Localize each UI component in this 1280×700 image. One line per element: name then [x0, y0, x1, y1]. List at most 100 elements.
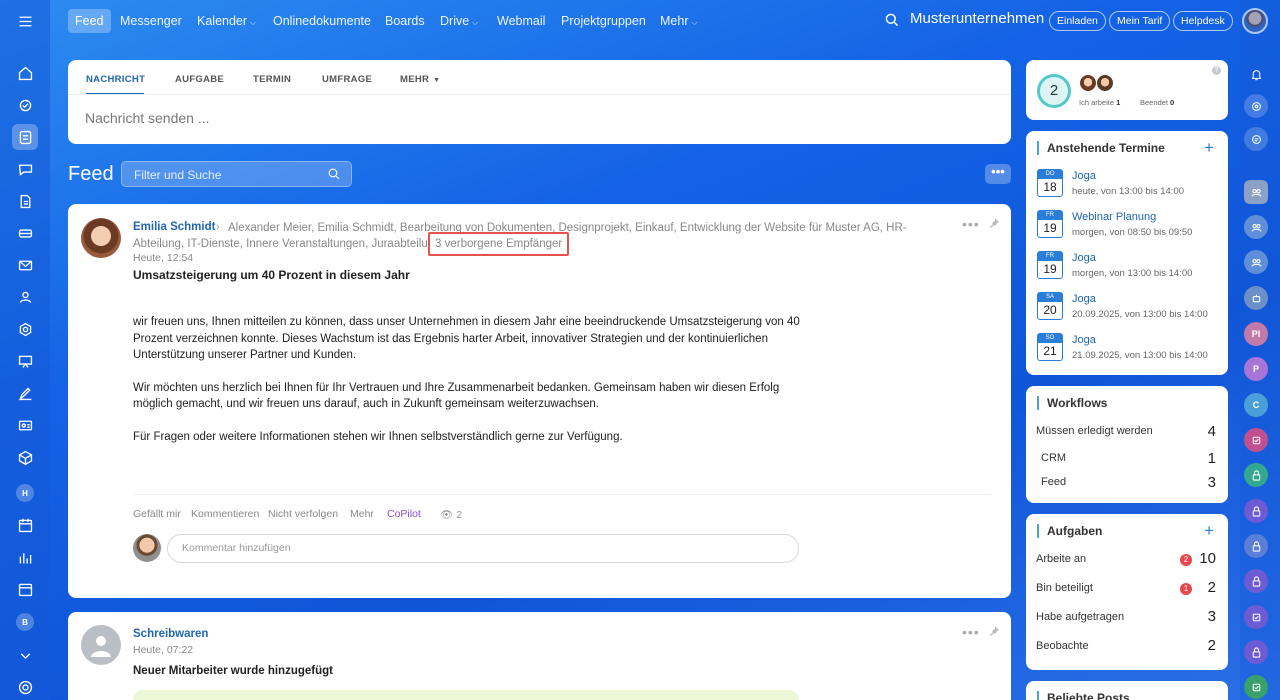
lock-icon[interactable] [1244, 499, 1268, 523]
nav-feed[interactable]: Feed [68, 9, 111, 33]
group-icon[interactable] [12, 284, 38, 310]
company-name[interactable]: Musterunternehmen [910, 10, 1044, 27]
event-title[interactable]: Joga [1072, 293, 1096, 305]
package-icon[interactable] [12, 444, 38, 470]
event-title[interactable]: Joga [1072, 170, 1096, 182]
group-chat-icon[interactable] [1244, 250, 1268, 274]
done-stat[interactable]: Beendet 0 [1140, 98, 1174, 107]
chat-avatar-pl[interactable]: Pl [1244, 322, 1268, 346]
comment-input[interactable]: Kommentar hinzufügen [167, 534, 799, 563]
nav-boards[interactable]: Boards [378, 9, 432, 33]
author-avatar[interactable] [81, 218, 121, 258]
task-row-count[interactable]: 3 [1208, 608, 1216, 625]
add-event-button[interactable]: + [1204, 138, 1214, 158]
chat-icon[interactable] [12, 156, 38, 182]
pin-icon[interactable] [988, 625, 1000, 637]
like-button[interactable]: Gefällt mir [133, 508, 181, 520]
bell-icon[interactable] [1244, 62, 1268, 86]
calendar-icon[interactable] [12, 576, 38, 602]
copilot-button[interactable]: CoPilot [387, 508, 421, 520]
chat-avatar-c[interactable]: C [1244, 393, 1268, 417]
contact-card-icon[interactable] [12, 412, 38, 438]
nav-drive[interactable]: Drive ⌵ [433, 9, 485, 33]
more-button[interactable]: Mehr [350, 508, 374, 520]
workflow-row-label[interactable]: CRM [1041, 452, 1066, 464]
nav-webmail[interactable]: Webmail [490, 9, 552, 33]
workflow-row-count[interactable]: 4 [1208, 423, 1216, 440]
widget-title[interactable]: Aufgaben [1037, 524, 1102, 538]
task-row-count[interactable]: 2 [1208, 579, 1216, 596]
more-options-icon[interactable]: ••• [962, 624, 980, 640]
working-stat[interactable]: Ich arbeite 1 [1079, 98, 1120, 107]
workflow-row-label[interactable]: Müssen erledigt werden [1036, 425, 1153, 437]
tab-termin[interactable]: TERMIN [253, 74, 291, 85]
lock-icon[interactable] [1244, 534, 1268, 558]
nav-mehr[interactable]: Mehr ⌵ [653, 9, 705, 33]
comment-button[interactable]: Kommentieren [191, 508, 259, 520]
event-title[interactable]: Joga [1072, 252, 1096, 264]
post-time[interactable]: Heute, 12:54 [133, 252, 193, 264]
widget-title[interactable]: Anstehende Termine [1037, 141, 1165, 155]
lock-icon[interactable] [1244, 463, 1268, 487]
widget-title[interactable]: Beliebte Posts [1037, 691, 1130, 700]
task-chat-icon[interactable] [1244, 675, 1268, 699]
task-row-count[interactable]: 10 [1199, 550, 1216, 567]
helpdesk-button[interactable]: Helpdesk [1173, 11, 1233, 31]
chevron-down-icon[interactable] [12, 642, 38, 668]
pin-icon[interactable] [988, 217, 1000, 229]
mail-icon[interactable] [12, 252, 38, 278]
help-icon[interactable]: ? [1212, 66, 1221, 75]
event-title[interactable]: Joga [1072, 334, 1096, 346]
rail-letter-b[interactable]: B [16, 613, 34, 631]
chat-avatar-p[interactable]: P [1244, 357, 1268, 381]
task-row-label[interactable]: Habe aufgetragen [1036, 611, 1124, 623]
nav-kalender[interactable]: Kalender ⌵ [190, 9, 263, 33]
chat-bubble-icon[interactable] [1244, 127, 1268, 151]
rail-letter-h[interactable]: H [16, 484, 34, 502]
task-row-label[interactable]: Bin beteiligt [1036, 582, 1093, 594]
tab-mehr[interactable]: MEHR ▼ [400, 74, 440, 85]
filter-search-input[interactable]: Filter und Suche [121, 161, 352, 187]
message-input[interactable]: Nachricht senden ... [85, 110, 210, 126]
task-row-label[interactable]: Beobachte [1036, 640, 1089, 652]
post-author[interactable]: Emilia Schmidt [133, 221, 215, 233]
tab-umfrage[interactable]: UMFRAGE [322, 74, 372, 85]
robot-icon[interactable] [1244, 286, 1268, 310]
lock-icon[interactable] [1244, 569, 1268, 593]
crm-icon[interactable] [12, 316, 38, 342]
copilot-icon[interactable] [1244, 94, 1268, 118]
sign-icon[interactable] [12, 380, 38, 406]
widget-title[interactable]: Workflows [1037, 396, 1107, 410]
plan-button[interactable]: Mein Tarif [1109, 11, 1171, 31]
post-author[interactable]: Schreibwaren [133, 628, 208, 640]
tab-nachricht[interactable]: NACHRICHT [86, 74, 145, 85]
drive-icon[interactable] [12, 220, 38, 246]
tab-aufgabe[interactable]: AUFGABE [175, 74, 224, 85]
work-status-counter[interactable]: 2 [1037, 74, 1071, 108]
task-row-count[interactable]: 2 [1208, 637, 1216, 654]
calendar-grid-icon[interactable] [12, 512, 38, 538]
task-chat-icon[interactable] [1244, 605, 1268, 629]
menu-icon[interactable] [12, 8, 38, 34]
tasks-icon[interactable] [12, 92, 38, 118]
group-chat-icon[interactable] [1244, 215, 1268, 239]
lock-icon[interactable] [1244, 640, 1268, 664]
add-task-button[interactable]: + [1204, 521, 1214, 541]
settings-icon[interactable] [12, 674, 38, 700]
feed-more-button[interactable]: ••• [985, 164, 1011, 184]
analytics-icon[interactable] [12, 544, 38, 570]
document-icon[interactable] [12, 188, 38, 214]
more-options-icon[interactable]: ••• [962, 216, 980, 232]
workflow-row-label[interactable]: Feed [1041, 476, 1066, 488]
workflow-row-count[interactable]: 3 [1208, 474, 1216, 491]
group-chat-icon[interactable] [1244, 180, 1268, 204]
task-row-label[interactable]: Arbeite an [1036, 553, 1086, 565]
task-chat-icon[interactable] [1244, 428, 1268, 452]
presentation-icon[interactable] [12, 348, 38, 374]
search-icon[interactable] [884, 12, 900, 28]
author-avatar[interactable] [81, 625, 121, 665]
post-time[interactable]: Heute, 07:22 [133, 644, 193, 656]
hidden-recipients-link[interactable]: 3 verborgene Empfänger [428, 232, 570, 256]
invite-button[interactable]: Einladen [1049, 11, 1106, 31]
event-title[interactable]: Webinar Planung [1072, 211, 1156, 223]
